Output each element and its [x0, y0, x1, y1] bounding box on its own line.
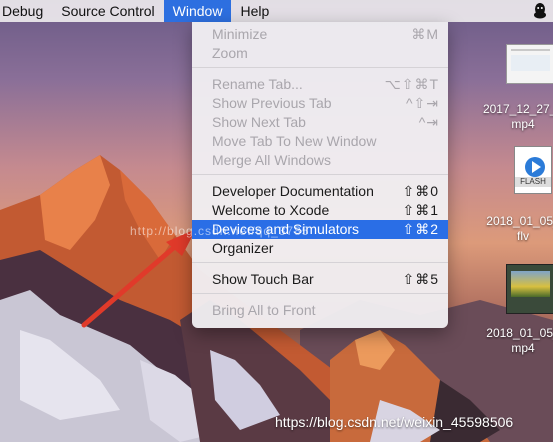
menu-item-label: Minimize [212, 26, 268, 42]
menu-separator [192, 293, 448, 294]
menu-separator [192, 174, 448, 175]
menu-item-label: Show Next Tab [212, 114, 306, 130]
file-ext: mp4 [511, 117, 535, 131]
desktop-file-1[interactable]: 2017_12_27_0 mp4 [478, 102, 553, 132]
menu-bar: Debug Source Control Window Help [0, 0, 553, 22]
menu-item-minimize[interactable]: Minimize ⌘M [192, 25, 448, 44]
window-menu-dropdown: Minimize ⌘M Zoom Rename Tab... ⌥⇧⌘T Show… [192, 22, 448, 328]
menu-item-bring-all-to-front[interactable]: Bring All to Front [192, 301, 448, 320]
menu-item-shortcut: ⌘M [411, 26, 439, 42]
qq-penguin-icon[interactable] [533, 3, 547, 19]
menu-item-shortcut: ⇧⌘1 [402, 202, 439, 218]
file-name: 2018_01_05_ [486, 326, 553, 340]
menu-item-label: Move Tab To New Window [212, 133, 377, 149]
menu-item-shortcut: ⇧⌘2 [402, 221, 439, 237]
menu-item-label: Bring All to Front [212, 302, 316, 318]
menu-debug[interactable]: Debug [0, 0, 52, 22]
flash-file-icon[interactable]: FLASH [514, 146, 552, 194]
menu-item-merge-windows[interactable]: Merge All Windows [192, 151, 448, 170]
menu-item-shortcut: ⇧⌘0 [402, 183, 439, 199]
watermark-mid: http://blog.csdn.net/qq_3785 [130, 224, 310, 238]
menu-item-shortcut: ⌥⇧⌘T [384, 76, 439, 92]
menu-item-move-tab[interactable]: Move Tab To New Window [192, 132, 448, 151]
video-thumbnail-icon[interactable] [506, 44, 553, 84]
menu-item-label: Zoom [212, 45, 248, 61]
menu-item-shortcut: ^⇧⇥ [405, 95, 439, 111]
menu-item-welcome-to-xcode[interactable]: Welcome to Xcode ⇧⌘1 [192, 201, 448, 220]
menu-item-label: Merge All Windows [212, 152, 332, 168]
flash-badge: FLASH [520, 177, 546, 186]
menu-item-shortcut: ⇧⌘5 [402, 271, 439, 287]
menu-item-label: Show Touch Bar [212, 271, 314, 287]
menu-item-label: Show Previous Tab [212, 95, 332, 111]
menu-help[interactable]: Help [231, 0, 278, 22]
menu-item-label: Developer Documentation [212, 183, 374, 199]
menu-item-show-touch-bar[interactable]: Show Touch Bar ⇧⌘5 [192, 270, 448, 289]
file-ext: flv [517, 229, 529, 243]
menu-separator [192, 67, 448, 68]
menu-item-show-next-tab[interactable]: Show Next Tab ^⇥ [192, 113, 448, 132]
video-thumbnail-icon[interactable] [506, 264, 553, 314]
file-ext: mp4 [511, 341, 535, 355]
menu-item-developer-documentation[interactable]: Developer Documentation ⇧⌘0 [192, 182, 448, 201]
desktop-file-2[interactable]: 2018_01_05_ flv [478, 214, 553, 244]
menu-window[interactable]: Window [163, 0, 232, 22]
file-name: 2017_12_27_0 [482, 102, 553, 116]
menu-item-show-previous-tab[interactable]: Show Previous Tab ^⇧⇥ [192, 94, 448, 113]
file-name: 2018_01_05_ [486, 214, 553, 228]
menu-item-zoom[interactable]: Zoom [192, 44, 448, 63]
menu-item-rename-tab[interactable]: Rename Tab... ⌥⇧⌘T [192, 75, 448, 94]
menu-item-shortcut: ^⇥ [418, 114, 439, 130]
menu-item-label: Welcome to Xcode [212, 202, 330, 218]
menu-item-label: Rename Tab... [212, 76, 303, 92]
watermark-url: https://blog.csdn.net/weixin_45598506 [275, 414, 514, 430]
menu-source-control[interactable]: Source Control [52, 0, 163, 22]
menu-separator [192, 262, 448, 263]
desktop-file-3[interactable]: 2018_01_05_ mp4 [478, 326, 553, 356]
menu-item-organizer[interactable]: Organizer [192, 239, 448, 258]
menu-item-label: Organizer [212, 240, 274, 256]
